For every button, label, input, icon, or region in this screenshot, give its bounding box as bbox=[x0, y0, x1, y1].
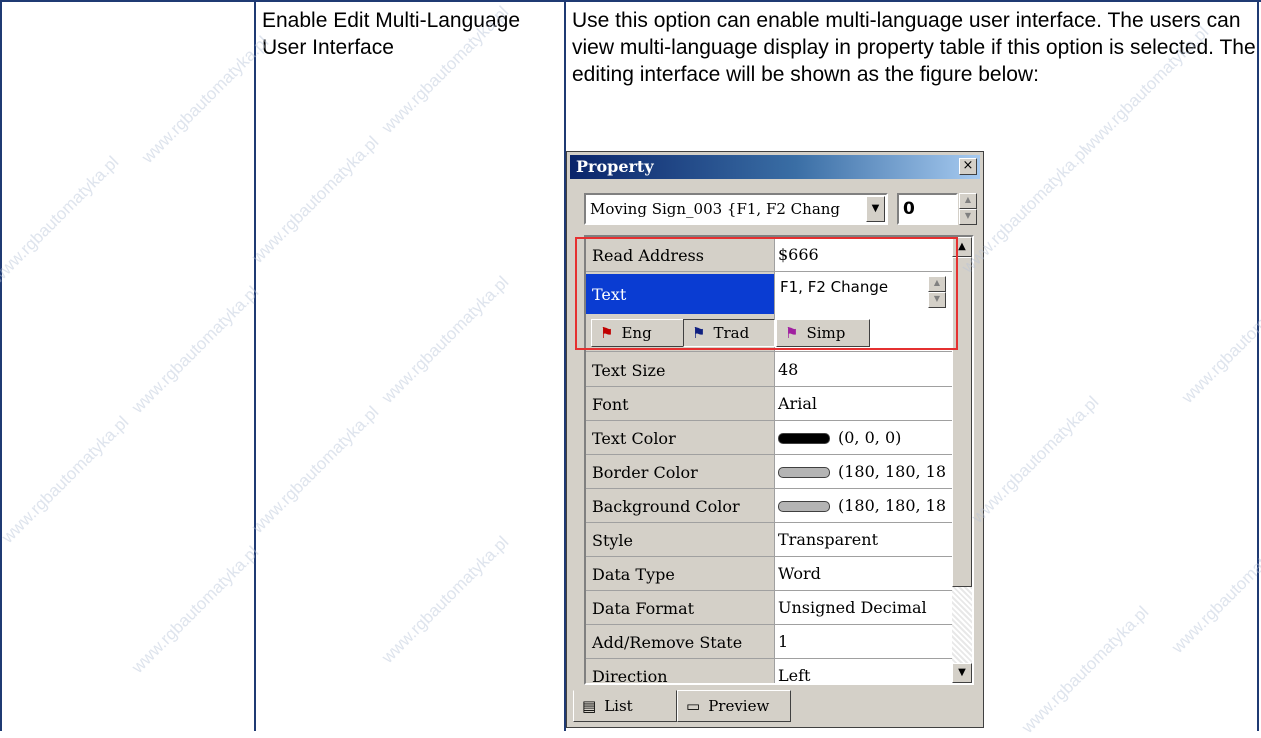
color-value-text: (180, 180, 18 bbox=[838, 496, 947, 515]
property-value: (180, 180, 18 bbox=[778, 462, 946, 481]
property-label: Text Size bbox=[592, 361, 666, 380]
property-label: Direction bbox=[592, 667, 668, 685]
clipboard-icon: ▤ bbox=[582, 697, 597, 715]
property-title: Property bbox=[576, 157, 654, 176]
property-titlebar[interactable]: Property × bbox=[570, 155, 980, 179]
table-top-border bbox=[0, 0, 1261, 2]
preview-window-icon: ▭ bbox=[686, 697, 701, 715]
object-index-input[interactable]: 0 bbox=[897, 193, 958, 225]
color-swatch bbox=[778, 501, 830, 512]
property-value: Left bbox=[778, 666, 811, 685]
table-column-divider bbox=[254, 0, 256, 731]
property-label: Text Color bbox=[592, 429, 676, 448]
spin-up-icon[interactable]: ▲ bbox=[959, 193, 977, 209]
table-left-border bbox=[0, 0, 2, 731]
property-row[interactable]: Style Transparent bbox=[586, 522, 952, 557]
color-swatch bbox=[778, 433, 830, 444]
property-value: Transparent bbox=[778, 530, 879, 549]
property-value: 1 bbox=[778, 632, 789, 651]
property-row[interactable]: Direction Left bbox=[586, 658, 952, 685]
close-button[interactable]: × bbox=[959, 158, 977, 175]
spin-down-icon[interactable]: ▼ bbox=[959, 209, 977, 225]
property-row[interactable]: Text Color (0, 0, 0) bbox=[586, 420, 952, 455]
property-value: (180, 180, 18 bbox=[778, 496, 946, 515]
table-right-border bbox=[1257, 0, 1259, 731]
property-label: Add/Remove State bbox=[592, 633, 743, 652]
property-row[interactable]: Data Type Word bbox=[586, 556, 952, 591]
property-value: Arial bbox=[778, 394, 817, 413]
property-label: Border Color bbox=[592, 463, 698, 482]
property-row[interactable]: Background Color (180, 180, 18 bbox=[586, 488, 952, 523]
property-row[interactable]: Add/Remove State 1 bbox=[586, 624, 952, 659]
property-label: Data Format bbox=[592, 599, 695, 618]
tab-list[interactable]: ▤ List bbox=[573, 690, 677, 722]
property-label: Background Color bbox=[592, 497, 740, 516]
tab-preview[interactable]: ▭ Preview bbox=[677, 690, 791, 722]
object-index-stepper[interactable]: ▲ ▼ bbox=[959, 193, 977, 225]
multilanguage-highlight-box bbox=[575, 237, 958, 350]
property-label: Style bbox=[592, 531, 634, 550]
tab-label: Preview bbox=[708, 697, 770, 715]
feature-description-cell: Use this option can enable multi-languag… bbox=[572, 9, 1256, 86]
property-row[interactable]: Data Format Unsigned Decimal bbox=[586, 590, 952, 625]
chevron-down-icon[interactable]: ▼ bbox=[866, 196, 885, 222]
scroll-down-icon[interactable]: ▼ bbox=[952, 663, 972, 683]
color-swatch bbox=[778, 467, 830, 478]
property-value: Word bbox=[778, 564, 821, 583]
property-value: 48 bbox=[778, 360, 799, 379]
property-label: Font bbox=[592, 395, 629, 414]
color-value-text: (180, 180, 18 bbox=[838, 462, 947, 481]
tab-label: List bbox=[604, 697, 633, 715]
object-index-value: 0 bbox=[903, 199, 915, 219]
property-row[interactable]: Text Size 48 bbox=[586, 352, 952, 387]
property-row[interactable]: Border Color (180, 180, 18 bbox=[586, 454, 952, 489]
object-select-value: Moving Sign_003 {F1, F2 Chang bbox=[590, 200, 841, 218]
color-value-text: (0, 0, 0) bbox=[838, 428, 902, 447]
object-select[interactable]: Moving Sign_003 {F1, F2 Chang ▼ bbox=[584, 193, 888, 225]
property-label: Data Type bbox=[592, 565, 675, 584]
feature-name-cell: Enable Edit Multi-Language User Interfac… bbox=[262, 9, 521, 59]
property-value: Unsigned Decimal bbox=[778, 598, 927, 617]
property-value: (0, 0, 0) bbox=[778, 428, 901, 447]
property-row[interactable]: Font Arial bbox=[586, 386, 952, 421]
